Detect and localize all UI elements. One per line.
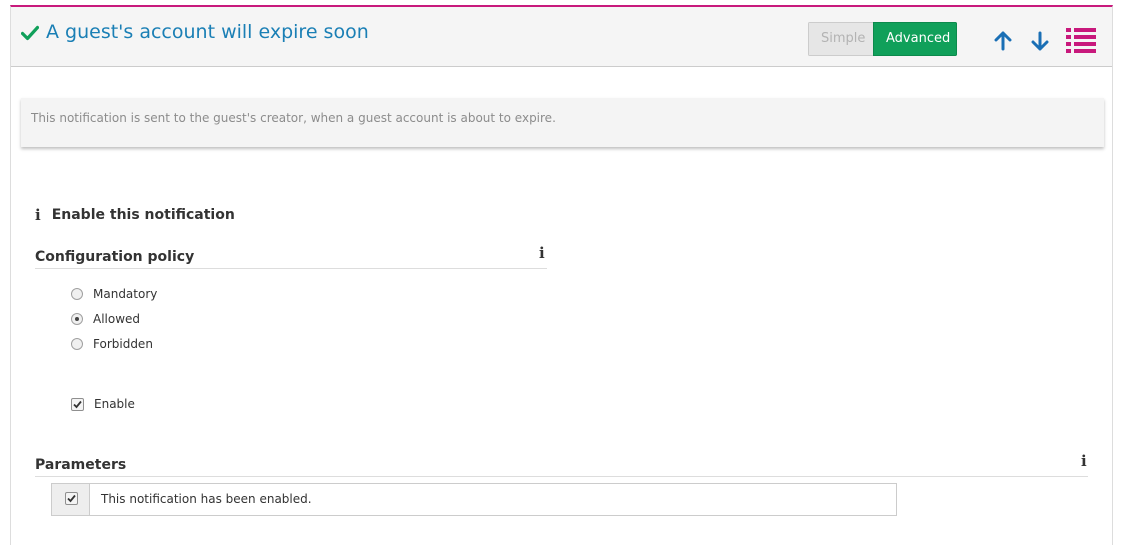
- policy-option-mandatory[interactable]: Mandatory: [71, 287, 157, 301]
- section-divider: [35, 268, 547, 269]
- enable-checkbox[interactable]: [71, 397, 84, 411]
- info-icon: i: [35, 206, 41, 224]
- checkmark-icon: [73, 400, 82, 408]
- parameter-checkbox-cell[interactable]: [52, 484, 90, 515]
- section-divider: [35, 476, 1088, 477]
- parameter-checkbox[interactable]: [65, 492, 78, 505]
- enable-heading-label: Enable this notification: [51, 207, 235, 223]
- enable-heading: i Enable this notification: [35, 206, 235, 224]
- enable-checkbox-row[interactable]: Enable: [71, 397, 135, 411]
- simple-mode-button[interactable]: Simple: [808, 22, 873, 56]
- parameters-title: Parameters: [35, 457, 127, 473]
- policy-option-allowed[interactable]: Allowed: [71, 312, 140, 326]
- radio-allowed[interactable]: [71, 313, 83, 325]
- policy-option-forbidden[interactable]: Forbidden: [71, 337, 153, 351]
- radio-mandatory[interactable]: [71, 288, 83, 300]
- radio-forbidden[interactable]: [71, 338, 83, 350]
- check-icon: [21, 25, 39, 41]
- info-icon[interactable]: i: [1081, 452, 1087, 470]
- page-title: A guest's account will expire soon: [46, 21, 369, 43]
- configuration-policy-title: Configuration policy: [35, 249, 195, 265]
- mode-toggle: Simple Advanced: [808, 22, 957, 56]
- notification-panel: A guest's account will expire soon Simpl…: [10, 5, 1113, 545]
- list-icon[interactable]: [1066, 27, 1096, 53]
- arrow-up-icon[interactable]: [993, 31, 1013, 51]
- option-label: Allowed: [93, 312, 141, 326]
- option-label: Mandatory: [93, 287, 158, 301]
- enable-label: Enable: [94, 397, 135, 411]
- panel-header: A guest's account will expire soon Simpl…: [11, 7, 1112, 67]
- parameter-text: This notification has been enabled.: [101, 492, 312, 506]
- checkmark-icon: [67, 494, 76, 503]
- parameter-row: This notification has been enabled.: [51, 483, 897, 516]
- option-label: Forbidden: [93, 337, 153, 351]
- arrow-down-icon[interactable]: [1030, 31, 1050, 51]
- info-icon[interactable]: i: [539, 244, 545, 262]
- advanced-mode-button[interactable]: Advanced: [873, 22, 957, 56]
- notification-description: This notification is sent to the guest's…: [21, 98, 1104, 147]
